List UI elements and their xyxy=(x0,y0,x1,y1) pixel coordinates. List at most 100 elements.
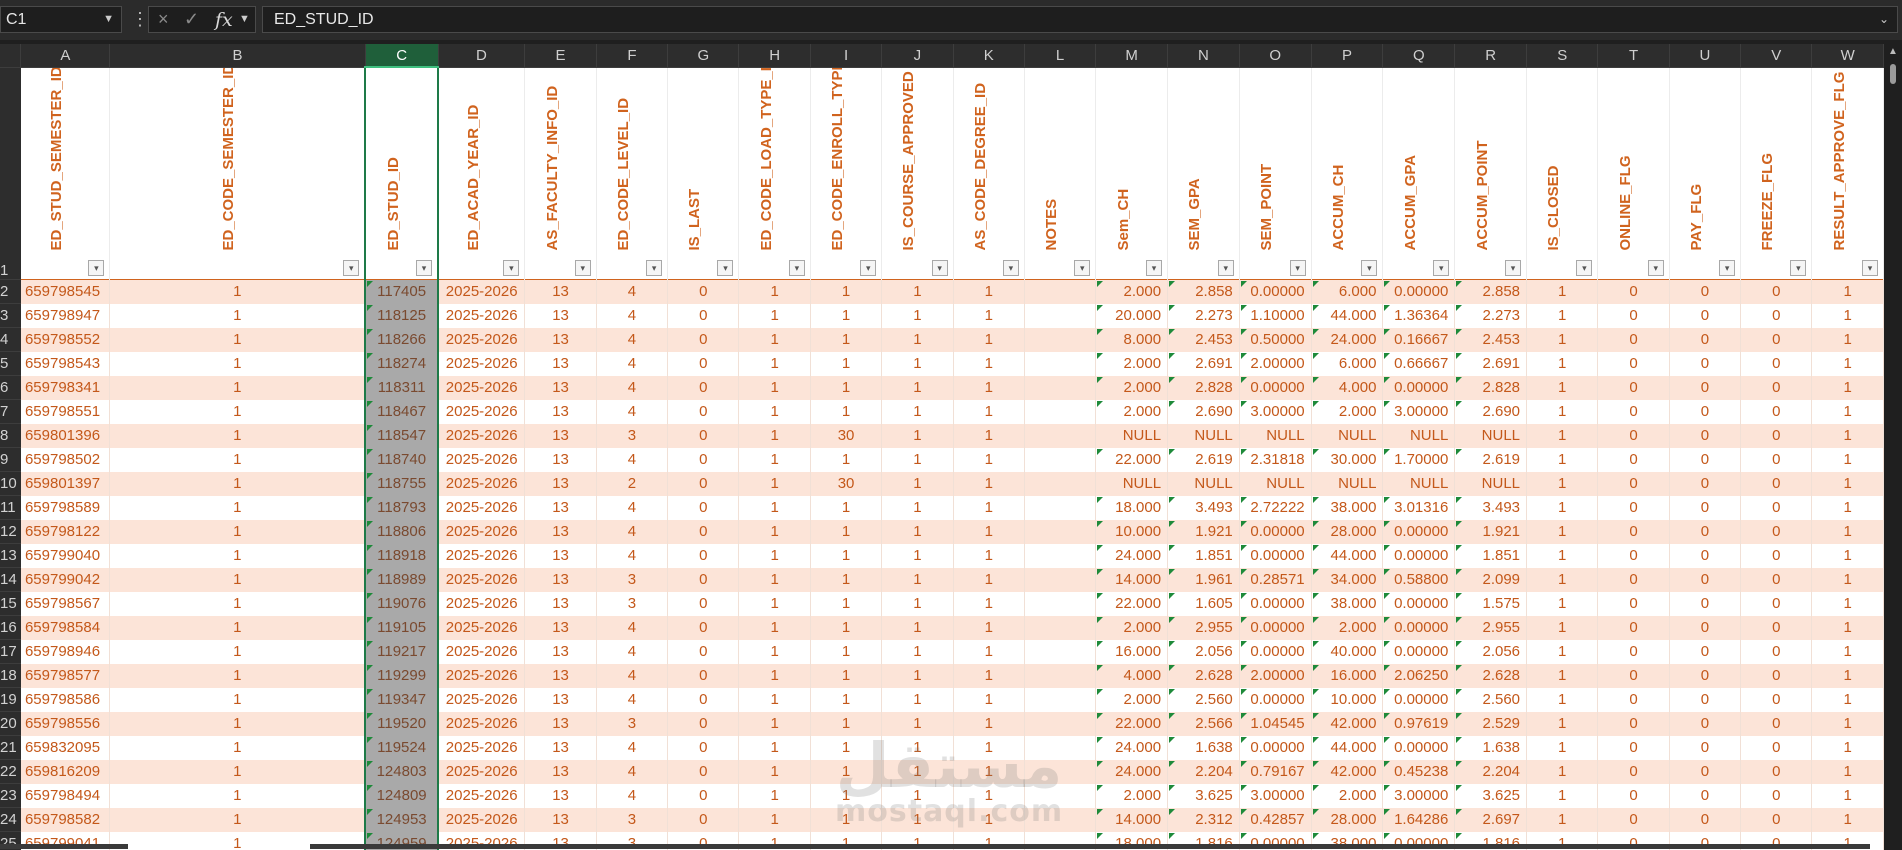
cell[interactable]: 2025-2026 xyxy=(438,399,526,424)
cell[interactable]: 0 xyxy=(667,351,740,376)
cell[interactable]: 1.961 xyxy=(1167,567,1240,592)
cell[interactable]: 1 xyxy=(953,615,1025,640)
cell[interactable]: 1.921 xyxy=(1454,519,1528,544)
filter-dropdown-icon[interactable]: ▾ xyxy=(1002,260,1019,276)
cell[interactable]: 0 xyxy=(1740,759,1813,784)
cell[interactable]: 44.000 xyxy=(1311,303,1384,328)
cell[interactable]: 4.000 xyxy=(1311,375,1384,400)
row-header[interactable]: 5 xyxy=(0,351,21,376)
cell[interactable]: 24.000 xyxy=(1095,759,1169,784)
cell[interactable]: 1 xyxy=(1526,375,1599,400)
cell[interactable]: 124803 xyxy=(364,759,439,784)
cell[interactable]: 1.638 xyxy=(1167,735,1240,760)
cell[interactable]: 1.04545 xyxy=(1239,711,1312,736)
column-header-d[interactable]: D xyxy=(438,44,526,68)
cell[interactable]: 0 xyxy=(1740,567,1813,592)
header-cell[interactable]: PAY_FLG ▾ xyxy=(1669,67,1742,280)
cell[interactable]: 2.628 xyxy=(1454,663,1528,688)
cell[interactable]: 0 xyxy=(1597,663,1670,688)
cell[interactable]: 659798122 xyxy=(20,519,111,544)
cell[interactable]: 2.691 xyxy=(1454,351,1528,376)
cell[interactable]: 1 xyxy=(1526,495,1599,520)
cell[interactable]: 0 xyxy=(1669,519,1742,544)
cell[interactable]: 0 xyxy=(1597,639,1670,664)
cell[interactable]: 1 xyxy=(109,807,366,832)
cell[interactable]: 4 xyxy=(596,303,669,328)
cell[interactable]: 13 xyxy=(524,375,597,400)
cell[interactable]: 1 xyxy=(1526,447,1599,472)
cell[interactable]: 0 xyxy=(1740,327,1813,352)
row-header[interactable]: 24 xyxy=(0,807,21,832)
cell[interactable]: 38.000 xyxy=(1311,591,1384,616)
cell[interactable]: 1 xyxy=(1811,447,1884,472)
cell[interactable]: 124953 xyxy=(364,807,439,832)
column-header-k[interactable]: K xyxy=(953,44,1025,68)
cell[interactable]: 659798556 xyxy=(20,711,111,736)
cell[interactable]: 0.00000 xyxy=(1382,735,1456,760)
cell[interactable]: 1 xyxy=(109,591,366,616)
cell[interactable]: 13 xyxy=(524,495,597,520)
cell[interactable]: 2025-2026 xyxy=(438,423,526,448)
cell[interactable]: 2.619 xyxy=(1167,447,1240,472)
cell[interactable]: NULL xyxy=(1382,423,1456,448)
cell[interactable]: 1 xyxy=(953,495,1025,520)
cell[interactable]: 0 xyxy=(1740,399,1813,424)
cell[interactable]: NULL xyxy=(1454,471,1528,496)
cell[interactable]: 0.00000 xyxy=(1382,279,1456,304)
cell[interactable]: 118740 xyxy=(364,447,439,472)
cell[interactable]: 0 xyxy=(1740,663,1813,688)
cell[interactable]: 2.691 xyxy=(1167,351,1240,376)
cell[interactable]: 16.000 xyxy=(1095,639,1169,664)
cell[interactable] xyxy=(1024,615,1097,640)
cell[interactable]: 0 xyxy=(1669,495,1742,520)
cell[interactable]: 1 xyxy=(953,759,1025,784)
header-cell[interactable]: ACCUM_CH ▾ xyxy=(1311,67,1384,280)
cell[interactable] xyxy=(1024,543,1097,568)
cell[interactable]: 0 xyxy=(1669,687,1742,712)
cell[interactable]: 3.00000 xyxy=(1239,783,1312,808)
cell[interactable]: 1 xyxy=(881,423,954,448)
row-header[interactable]: 20 xyxy=(0,711,21,736)
cell[interactable]: 2025-2026 xyxy=(438,519,526,544)
header-cell[interactable]: FREEZE_FLG ▾ xyxy=(1740,67,1813,280)
filter-dropdown-icon[interactable]: ▾ xyxy=(1433,260,1450,276)
cell[interactable]: 0.66667 xyxy=(1382,351,1456,376)
cell[interactable]: 0 xyxy=(1740,447,1813,472)
cell[interactable]: 1 xyxy=(738,543,811,568)
cell[interactable]: 659798494 xyxy=(20,783,111,808)
cell[interactable]: 2025-2026 xyxy=(438,591,526,616)
cell[interactable]: 0 xyxy=(1740,711,1813,736)
cell[interactable]: 2025-2026 xyxy=(438,375,526,400)
cell[interactable]: 1 xyxy=(738,351,811,376)
cell[interactable]: NULL xyxy=(1239,471,1312,496)
cell[interactable]: 1 xyxy=(810,591,883,616)
cell[interactable]: 34.000 xyxy=(1311,567,1384,592)
row-header[interactable]: 12 xyxy=(0,519,21,544)
cell[interactable]: 0 xyxy=(1669,615,1742,640)
cell[interactable]: 2.000 xyxy=(1095,375,1169,400)
cell[interactable]: 2.690 xyxy=(1167,399,1240,424)
cell[interactable]: 0 xyxy=(1597,375,1670,400)
row-header[interactable]: 19 xyxy=(0,687,21,712)
cell[interactable]: 1 xyxy=(953,375,1025,400)
cell[interactable]: 1 xyxy=(1811,783,1884,808)
cell[interactable]: 1 xyxy=(810,351,883,376)
cell[interactable]: 1 xyxy=(738,807,811,832)
cell[interactable]: 4 xyxy=(596,687,669,712)
cell[interactable]: 0 xyxy=(1740,279,1813,304)
cell[interactable]: 3 xyxy=(596,711,669,736)
cell[interactable]: 2025-2026 xyxy=(438,327,526,352)
cell[interactable]: 0 xyxy=(1597,591,1670,616)
cell[interactable]: 1 xyxy=(810,543,883,568)
cell[interactable]: NULL xyxy=(1095,423,1169,448)
cell[interactable]: 13 xyxy=(524,399,597,424)
cell[interactable] xyxy=(1024,663,1097,688)
cell[interactable]: 0 xyxy=(1669,711,1742,736)
cell[interactable]: 659798947 xyxy=(20,303,111,328)
cell[interactable]: 659801397 xyxy=(20,471,111,496)
cell[interactable]: 0.00000 xyxy=(1382,615,1456,640)
cell[interactable]: 2.000 xyxy=(1095,279,1169,304)
cell[interactable]: 1 xyxy=(953,807,1025,832)
row-header[interactable]: 21 xyxy=(0,735,21,760)
header-cell[interactable]: ACCUM_GPA ▾ xyxy=(1382,67,1456,280)
